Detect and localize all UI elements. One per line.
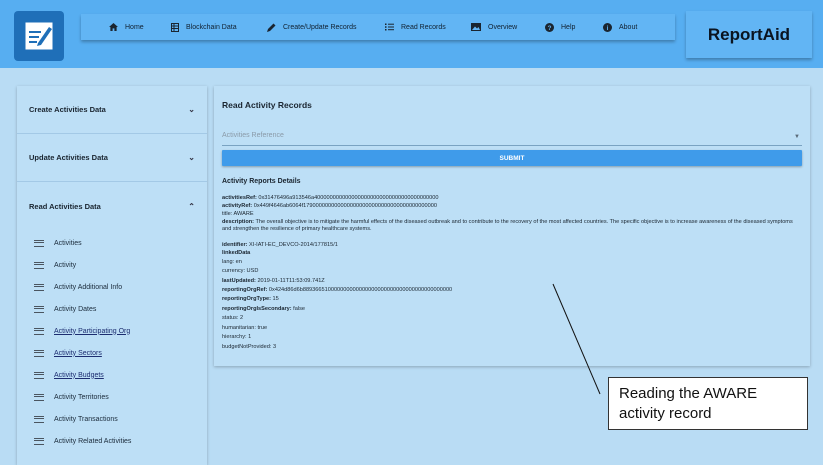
annotation-line-2: activity record	[619, 405, 712, 422]
annotation-line-1: Reading the AWARE	[619, 385, 758, 402]
annotation-callout: Reading the AWARE activity record	[608, 377, 808, 430]
